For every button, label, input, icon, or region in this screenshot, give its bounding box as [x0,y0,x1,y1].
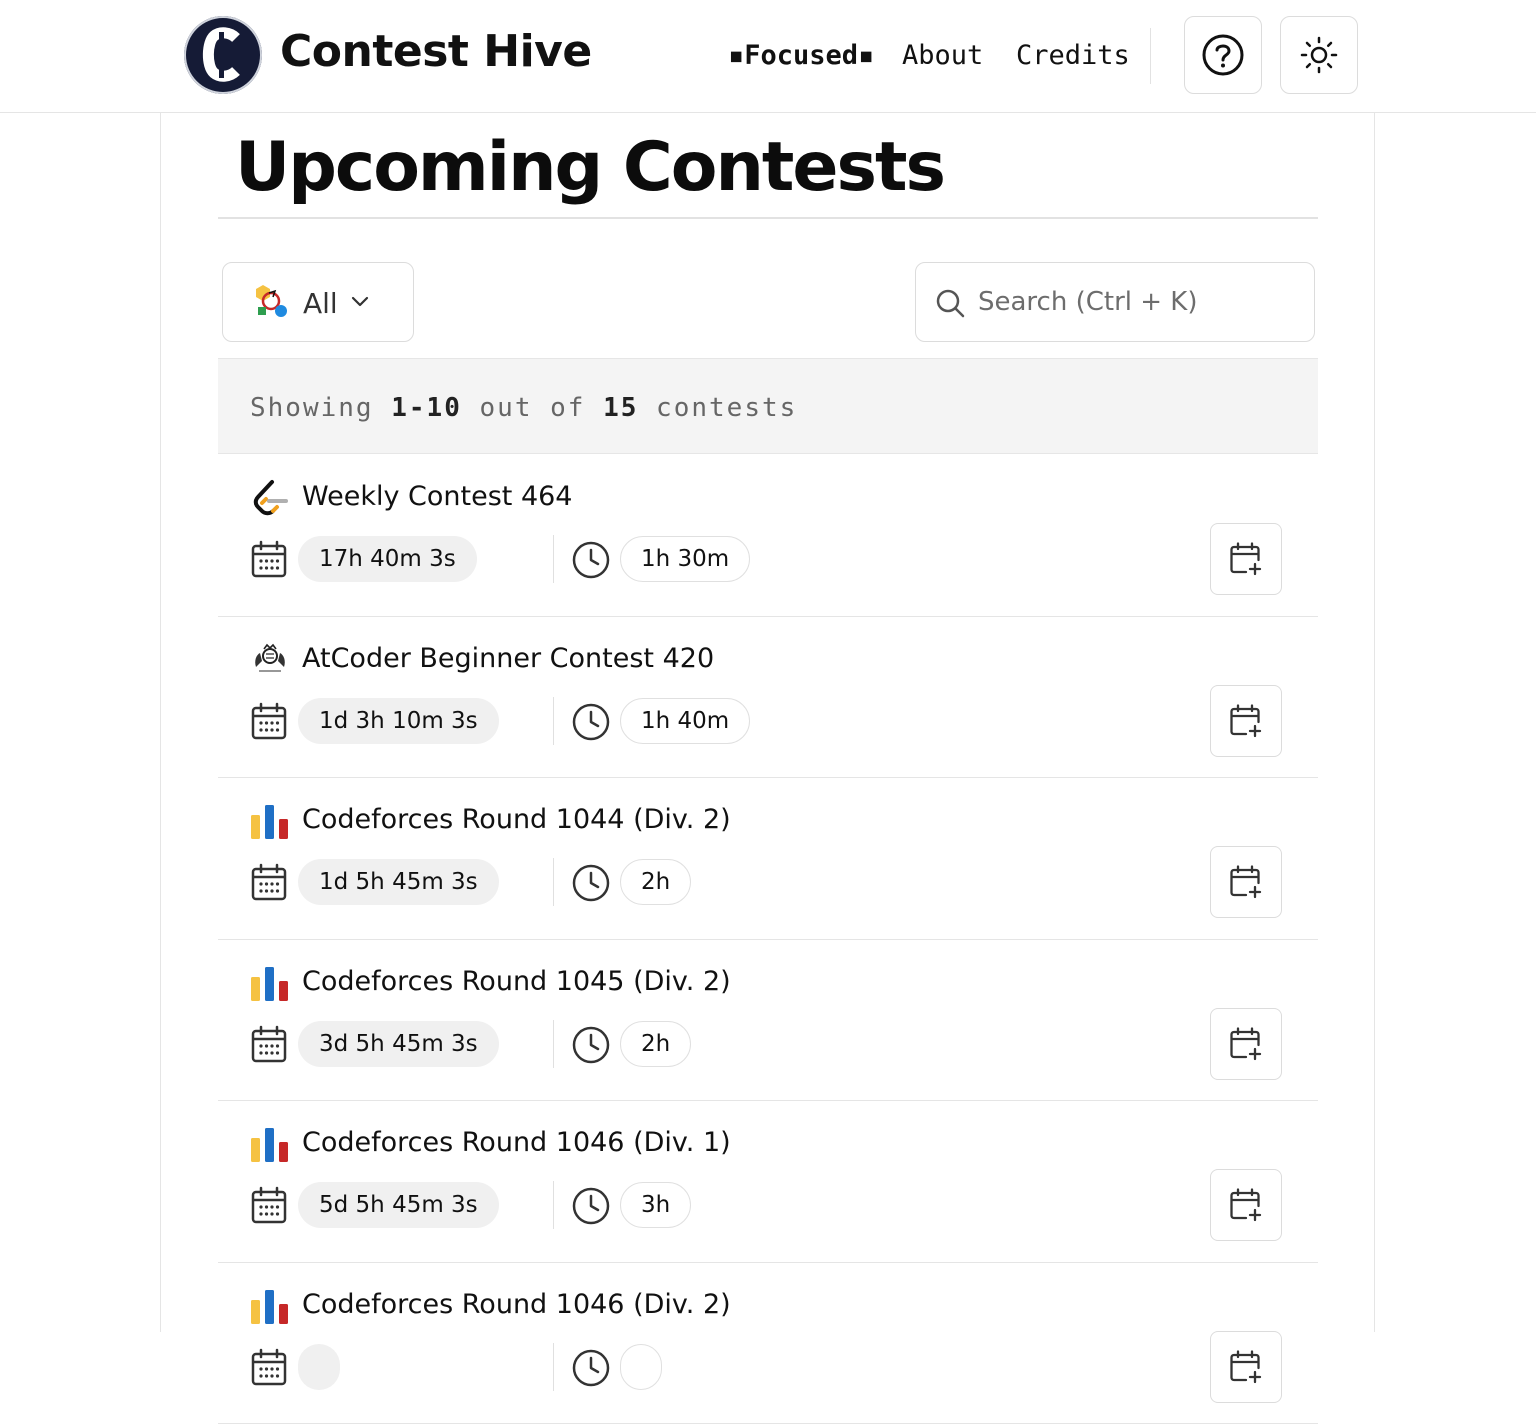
clock-icon [571,1025,611,1065]
summary-prefix: Showing [250,393,391,423]
contest-hive-logo[interactable] [184,16,262,94]
platform-icon [250,964,290,1004]
results-summary-bar: Showing 1-10 out of 15 contests [218,358,1318,454]
page-title: Upcoming Contests [235,128,944,207]
platform-icon [250,479,290,519]
clock-icon [571,1348,611,1388]
starts-in-badge: 5d 5h 45m 3s [298,1182,499,1228]
duration-badge: 2h [620,1021,691,1067]
contest-name[interactable]: Codeforces Round 1044 (Div. 2) [302,804,731,835]
results-summary: Showing 1-10 out of 15 contests [250,393,797,423]
add-to-calendar-button[interactable] [1210,1008,1282,1080]
codeforces-icon [250,1125,290,1165]
platform-icon [250,1287,290,1327]
add-to-calendar-button[interactable] [1210,523,1282,595]
calendar-plus-icon [1228,541,1264,577]
starts-in-badge: 1d 3h 10m 3s [298,698,499,744]
brand-name[interactable]: Contest Hive [280,26,592,77]
summary-total: 15 [603,393,638,423]
calendar-icon [250,1347,288,1387]
platform-filter-dropdown[interactable]: All [222,262,414,342]
top-header: Contest Hive ▪Focused▪ About Credits [0,0,1536,113]
row-divider [553,535,554,583]
platform-icon [250,641,290,681]
row-divider [553,1020,554,1068]
nav-credits[interactable]: Credits [1016,40,1130,71]
codeforces-icon [250,1287,290,1327]
row-divider [553,697,554,745]
duration-badge: 3h [620,1182,691,1228]
add-to-calendar-button[interactable] [1210,846,1282,918]
row-divider [553,1343,554,1391]
clock-icon [571,1186,611,1226]
contest-row-1: Weekly Contest 464 17h 40m 3s 1h 30m [218,455,1318,617]
add-to-calendar-button[interactable] [1210,1331,1282,1403]
starts-in-badge: 17h 40m 3s [298,536,477,582]
duration-badge: 1h 40m [620,698,750,744]
summary-range: 1-10 [391,393,462,423]
summary-suffix: contests [638,393,797,423]
platform-icon [250,802,290,842]
all-platforms-icon [253,283,289,319]
duration-badge [620,1344,662,1390]
chevron-down-icon [349,291,371,313]
calendar-plus-icon [1228,864,1264,900]
search-box[interactable] [915,262,1315,342]
calendar-icon [250,701,288,741]
calendar-icon [250,1185,288,1225]
row-divider [553,1181,554,1229]
clock-icon [571,540,611,580]
sun-icon [1299,35,1339,75]
codeforces-icon [250,964,290,1004]
summary-middle: out of [462,393,603,423]
column-border-right [1374,112,1375,1332]
nav-focused[interactable]: ▪Focused▪ [728,40,874,71]
contest-row-5: Codeforces Round 1046 (Div. 1) 5d 5h 45m… [218,1101,1318,1263]
help-button[interactable] [1184,16,1262,94]
duration-badge: 2h [620,859,691,905]
starts-in-badge: 3d 5h 45m 3s [298,1021,499,1067]
nav-about[interactable]: About [902,40,983,71]
contest-name[interactable]: Codeforces Round 1046 (Div. 2) [302,1289,731,1320]
add-to-calendar-button[interactable] [1210,685,1282,757]
clock-icon [571,863,611,903]
calendar-plus-icon [1228,703,1264,739]
title-divider [218,217,1318,219]
contest-name[interactable]: Codeforces Round 1046 (Div. 1) [302,1127,731,1158]
search-icon [934,287,966,319]
codeforces-icon [250,802,290,842]
calendar-icon [250,539,288,579]
contest-row-4: Codeforces Round 1045 (Div. 2) 3d 5h 45m… [218,940,1318,1102]
contest-row-3: Codeforces Round 1044 (Div. 2) 1d 5h 45m… [218,778,1318,940]
calendar-icon [250,862,288,902]
calendar-plus-icon [1228,1026,1264,1062]
contest-name[interactable]: AtCoder Beginner Contest 420 [302,643,714,674]
filter-label: All [303,287,338,320]
contest-name[interactable]: Weekly Contest 464 [302,481,573,512]
search-input[interactable] [978,281,1298,323]
duration-badge: 1h 30m [620,536,750,582]
contest-list: Weekly Contest 464 17h 40m 3s 1h 30m [218,455,1318,1424]
calendar-plus-icon [1228,1187,1264,1223]
add-to-calendar-button[interactable] [1210,1169,1282,1241]
platform-icon [250,1125,290,1165]
calendar-plus-icon [1228,1349,1264,1385]
row-divider [553,858,554,906]
calendar-icon [250,1024,288,1064]
contest-row-2: AtCoder Beginner Contest 420 1d 3h 10m 3… [218,617,1318,779]
clock-icon [571,702,611,742]
atcoder-icon [250,641,290,681]
starts-in-badge [298,1344,340,1390]
theme-toggle-button[interactable] [1280,16,1358,94]
contest-row-6: Codeforces Round 1046 (Div. 2) [218,1263,1318,1424]
column-border-left [160,112,161,1332]
nav-divider [1150,28,1151,84]
question-circle-icon [1201,33,1245,77]
leetcode-icon [250,479,290,519]
contest-name[interactable]: Codeforces Round 1045 (Div. 2) [302,966,731,997]
starts-in-badge: 1d 5h 45m 3s [298,859,499,905]
logo-c-icon [184,16,262,94]
